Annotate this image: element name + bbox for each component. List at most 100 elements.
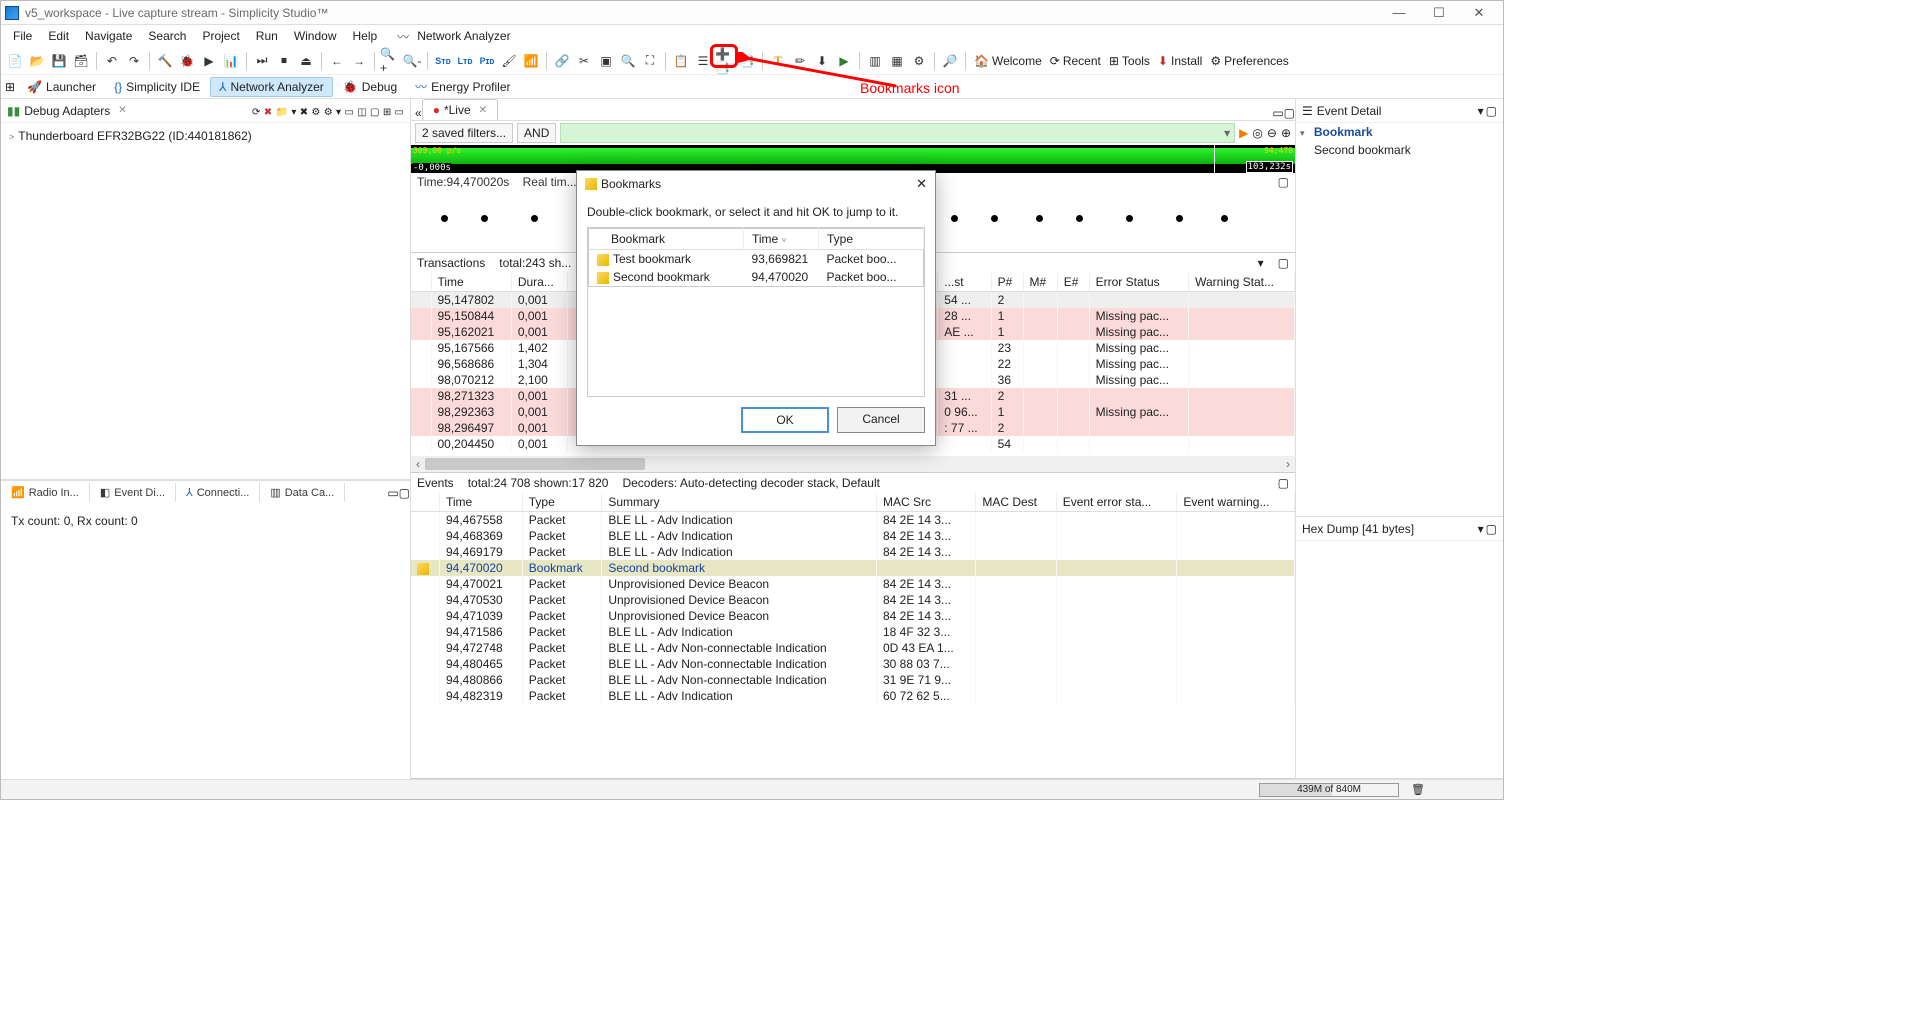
editor-chevron-icon[interactable]: « [415,106,422,120]
tab-event-di[interactable]: ◧Event Di... [90,483,176,502]
tab-radio-info[interactable]: 📶Radio In... [1,483,90,502]
da-plus-icon[interactable]: ⊞ [383,107,391,118]
menu-help[interactable]: Help [345,27,386,45]
adapter-tree[interactable]: Thunderboard EFR32BG22 (ID:440181862) [1,123,410,479]
memory-bar[interactable]: 439M of 840M [1259,783,1399,797]
tool-expand-icon[interactable]: ⛶ [640,51,660,71]
tool-bookmarks-icon[interactable]: 📑 [737,51,757,71]
tool-std-icon[interactable]: Sᴛᴅ [433,51,453,71]
tab-data-ca[interactable]: ▥Data Ca... [260,483,345,502]
tool-term-icon[interactable]: ▥ [865,51,885,71]
events-table[interactable]: Time Type Summary MAC Src MAC Dest Event… [411,493,1295,704]
perspective-launcher[interactable]: 🚀Launcher [19,78,104,96]
table-row[interactable]: 94,470021PacketUnprovisioned Device Beac… [411,576,1295,592]
lower-max-icon[interactable]: ▢ [399,486,410,500]
tool-pencil-icon[interactable]: ✏ [790,51,810,71]
tab-recent[interactable]: ⟳Recent [1047,54,1104,68]
tab-tools[interactable]: ⊞Tools [1106,54,1153,68]
perspective-ide[interactable]: {}Simplicity IDE [106,78,208,96]
table-row[interactable]: 94,468369PacketBLE LL - Adv Indication84… [411,528,1295,544]
window-close[interactable]: ✕ [1459,5,1499,21]
tool-build-icon[interactable]: 🔨 [155,51,175,71]
tool-nav-fwd-icon[interactable]: → [349,51,369,71]
filter-pick-icon[interactable]: ◎ [1252,126,1262,140]
da-icon-1[interactable]: ⟳ [252,107,260,118]
tab-welcome[interactable]: 🏠Welcome [971,54,1045,68]
filter-op-button[interactable]: AND [517,123,556,143]
tool-new-icon[interactable]: 📄 [5,51,25,71]
filter-input[interactable]: ▾ [560,123,1235,143]
table-row[interactable]: 94,480465PacketBLE LL - Adv Non-connecta… [411,656,1295,672]
filter-dd-icon[interactable]: ▾ [1224,126,1230,140]
tx-max-icon[interactable]: ▢ [1278,256,1289,270]
da-icon-5[interactable]: ✖ [300,107,308,118]
tool-list-icon[interactable]: ☰ [693,51,713,71]
filter-left-icon[interactable]: ⊖ [1267,126,1277,140]
tool-redo-icon[interactable]: ↷ [124,51,144,71]
bookmark-row[interactable]: Test bookmark 93,669821 Packet boo... [589,250,924,269]
tool-link-icon[interactable]: 🔗 [552,51,572,71]
tool-cut-icon[interactable]: ✂ [574,51,594,71]
saved-filters-button[interactable]: 2 saved filters... [415,123,513,143]
tool-brush-icon[interactable]: 🖌 [499,51,519,71]
tool-gear2-icon[interactable]: ⚙ [909,51,929,71]
menu-network-analyzer[interactable]: Network Analyzer [409,27,518,45]
tool-chart-icon[interactable]: 📶 [521,51,541,71]
tool-pid-icon[interactable]: Pɪᴅ [477,51,497,71]
table-row[interactable]: 94,469179PacketBLE LL - Adv Indication84… [411,544,1295,560]
spark-max-icon[interactable]: ▢ [1278,175,1289,189]
tool-filter-icon[interactable]: ▣ [596,51,616,71]
dialog-close-icon[interactable]: ✕ [916,176,927,192]
menu-project[interactable]: Project [194,27,247,45]
tool-run-icon[interactable]: ▶ [199,51,219,71]
tool-nav-back-icon[interactable]: ← [327,51,347,71]
tx-menu-icon[interactable]: ▾ [1258,256,1264,270]
scroll-left-icon[interactable]: ‹ [411,456,425,472]
trash-icon[interactable]: 🗑 [1411,783,1425,796]
tool-skip-icon[interactable]: ⏭ [252,51,272,71]
tab-preferences[interactable]: ⚙Preferences [1207,54,1291,68]
table-row[interactable]: 94,470530PacketUnprovisioned Device Beac… [411,592,1295,608]
bookmarks-table[interactable]: Bookmark Time ˅ Type Test bookmark 93,66… [588,228,924,287]
tool-search2-icon[interactable]: 🔎 [940,51,960,71]
adapter-item[interactable]: Thunderboard EFR32BG22 (ID:440181862) [9,127,402,145]
filter-play-icon[interactable]: ▶ [1239,126,1248,140]
table-row[interactable]: 94,470020BookmarkSecond bookmark [411,560,1295,576]
menu-search[interactable]: Search [140,27,194,45]
menu-window[interactable]: Window [286,27,345,45]
hex-menu-icon[interactable]: ▾ [1478,522,1484,536]
tool-zoomin-icon[interactable]: 🔍+ [380,51,400,71]
da-icon-6[interactable]: ⚙ [311,107,320,118]
perspective-energy[interactable]: 〰Energy Profiler [407,76,518,97]
da-max-icon[interactable]: ▢ [370,107,379,118]
detail-max-icon[interactable]: ▢ [1486,104,1497,118]
tool-zoom-icon[interactable]: 🔍 [618,51,638,71]
lower-min-icon[interactable]: ▭ [387,486,398,500]
window-minimize[interactable]: — [1379,5,1419,20]
tool-text-icon[interactable]: T [768,51,788,71]
tool-open-icon[interactable]: 📂 [27,51,47,71]
menu-navigate[interactable]: Navigate [77,27,140,45]
ev-max-icon[interactable]: ▢ [1278,476,1289,490]
scroll-right-icon[interactable]: › [1281,456,1295,472]
menu-edit[interactable]: Edit [40,27,77,45]
da-icon-7[interactable]: ⚙ [324,107,333,118]
dialog-cancel-button[interactable]: Cancel [837,407,925,433]
filter-right-icon[interactable]: ⊕ [1281,126,1291,140]
da-min-icon[interactable]: ▭ [344,107,353,118]
tool-add-bookmark-icon[interactable]: ➕📑 [715,51,735,71]
table-row[interactable]: 94,471039PacketUnprovisioned Device Beac… [411,608,1295,624]
table-row[interactable]: 94,471586PacketBLE LL - Adv Indication18… [411,624,1295,640]
close-view-icon[interactable]: ✕ [118,105,126,116]
hex-max-icon[interactable]: ▢ [1486,522,1497,536]
tool-undo-icon[interactable]: ↶ [102,51,122,71]
da-icon-3[interactable]: 📁 [276,107,288,118]
perspective-analyzer[interactable]: ⅄Network Analyzer [210,77,333,97]
tool-play-icon[interactable]: ▶ [834,51,854,71]
tool-profile-icon[interactable]: 📊 [221,51,241,71]
bookmark-row[interactable]: Second bookmark 94,470020 Packet boo... [589,268,924,287]
tool-copy-icon[interactable]: 📋 [671,51,691,71]
tool-term2-icon[interactable]: ▦ [887,51,907,71]
new-perspective-icon[interactable]: ⊞ [5,80,15,94]
menu-run[interactable]: Run [248,27,286,45]
